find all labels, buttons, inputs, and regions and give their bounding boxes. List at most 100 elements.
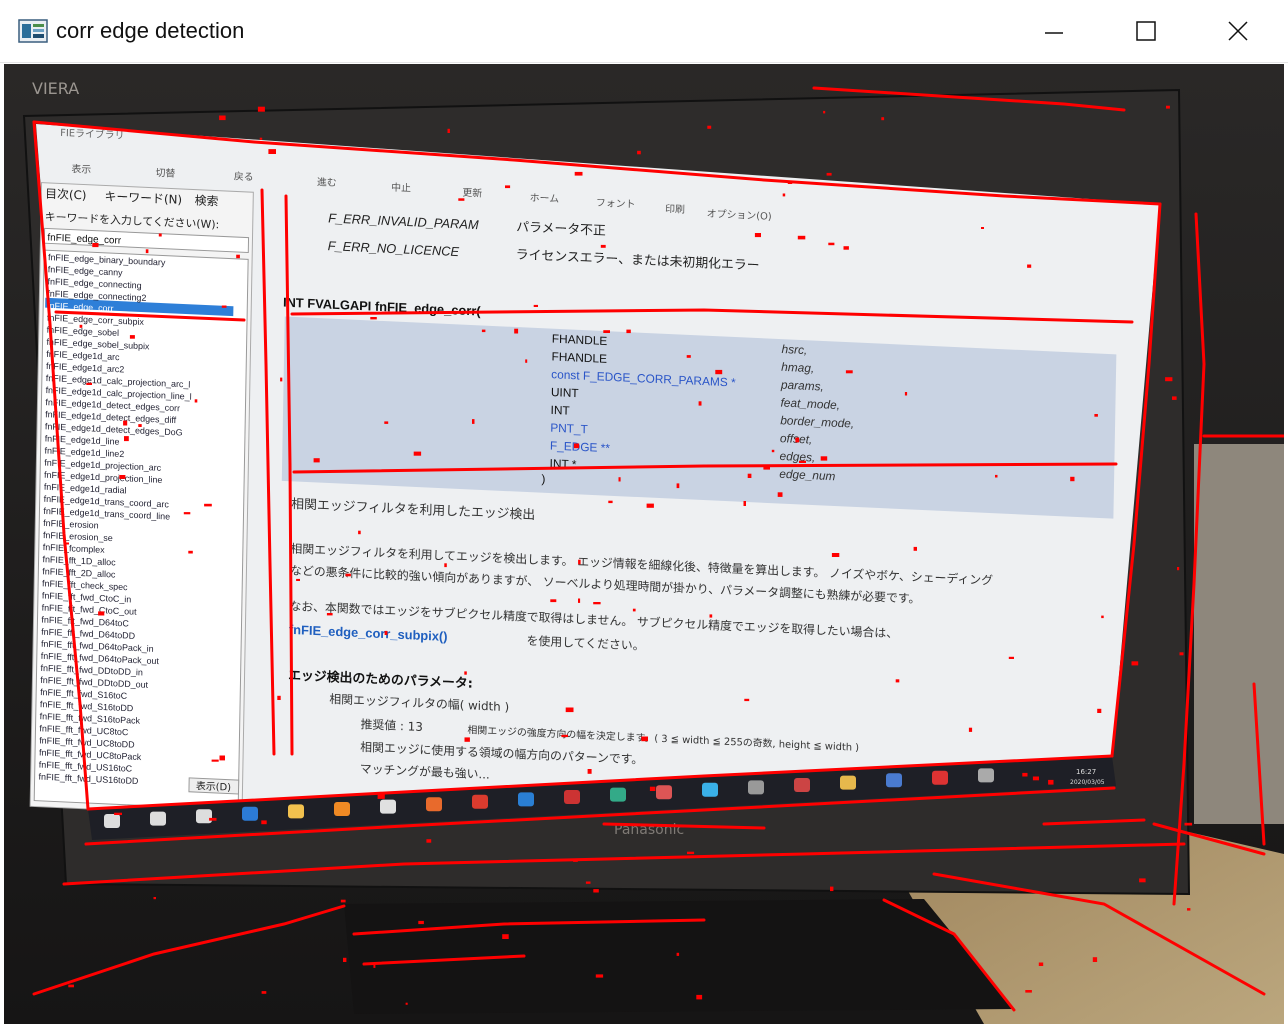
- edge-speck: [153, 897, 156, 900]
- edge-speck: [585, 881, 591, 884]
- close-button[interactable]: [1192, 0, 1284, 62]
- app-icon[interactable]: [564, 790, 580, 804]
- edge-speck: [626, 329, 631, 334]
- edge-browser-icon[interactable]: [242, 806, 258, 821]
- edge-speck: [831, 553, 840, 557]
- file-explorer-icon[interactable]: [288, 804, 304, 819]
- edge-speck: [676, 952, 680, 956]
- edge-speck: [618, 477, 621, 482]
- edge-speck: [771, 449, 775, 453]
- toolbar-show[interactable]: 表示: [71, 162, 91, 176]
- edge-speck: [124, 436, 129, 442]
- edge-speck: [502, 934, 509, 939]
- monitor-brand-top: VIERA: [32, 79, 79, 98]
- start-icon[interactable]: [104, 814, 120, 828]
- edge-speck: [1184, 822, 1193, 826]
- edge-speck: [593, 889, 599, 893]
- edge-speck: [608, 500, 613, 504]
- app-icon[interactable]: [656, 785, 672, 800]
- app-icon[interactable]: [978, 768, 994, 783]
- edge-speck: [715, 369, 723, 375]
- edge-speck: [1027, 264, 1032, 268]
- app-icon[interactable]: [840, 775, 856, 790]
- toolbar-forward[interactable]: 進む: [317, 176, 337, 189]
- edge-speck: [995, 474, 998, 478]
- tab-contents[interactable]: 目次(C): [45, 187, 87, 203]
- param-type: INT: [550, 403, 569, 418]
- edge-speck: [296, 578, 300, 581]
- app-icon[interactable]: [794, 778, 810, 792]
- param-type[interactable]: F_EDGE **: [550, 438, 611, 455]
- task-view-icon[interactable]: [196, 809, 212, 824]
- edge-speck: [345, 573, 351, 577]
- vscode-icon[interactable]: [518, 792, 534, 807]
- edge-speck: [1092, 957, 1098, 962]
- edge-speck: [845, 370, 853, 374]
- tab-search[interactable]: 検索: [195, 193, 219, 208]
- edge-speck: [1022, 772, 1028, 777]
- ie-icon[interactable]: [702, 782, 718, 797]
- edge-speck: [820, 456, 828, 461]
- toolbar-switch[interactable]: 切替: [155, 166, 175, 180]
- param-type: FHANDLE: [552, 332, 608, 349]
- edge-speck: [676, 483, 680, 489]
- edge-speck: [533, 304, 538, 307]
- edge-speck: [209, 817, 217, 821]
- edge-speck: [472, 419, 475, 424]
- app-icon[interactable]: [748, 780, 764, 795]
- toolbar-stop[interactable]: 中止: [391, 181, 411, 195]
- edge-speck: [236, 254, 240, 259]
- edge-speck: [183, 512, 191, 515]
- edge-speck: [782, 193, 786, 197]
- edge-speck: [68, 984, 74, 988]
- edge-speck: [373, 964, 376, 968]
- edge-speck: [747, 473, 752, 478]
- edge-speck: [259, 137, 263, 140]
- minimize-icon: [1045, 32, 1063, 34]
- edge-speck: [384, 630, 388, 635]
- minimize-button[interactable]: [1008, 0, 1100, 62]
- edge-speck: [145, 249, 149, 254]
- search-icon[interactable]: [150, 811, 166, 826]
- edge-speck: [795, 437, 800, 443]
- edge-speck: [268, 149, 276, 154]
- edge-speck: [405, 1002, 408, 1005]
- app-icon[interactable]: [932, 770, 948, 785]
- toolbar-back[interactable]: 戻る: [234, 169, 254, 183]
- app-icon[interactable]: [380, 799, 396, 814]
- param-type[interactable]: PNT_T: [550, 421, 588, 437]
- edge-speck: [79, 324, 83, 328]
- signature-close: ): [541, 472, 545, 486]
- app-icon[interactable]: [426, 797, 442, 812]
- edge-speck: [261, 820, 267, 825]
- param-name: hsrc,: [781, 342, 807, 357]
- edge-speck: [219, 755, 225, 761]
- toolbar-home[interactable]: ホーム: [530, 192, 560, 205]
- edge-speck: [1131, 661, 1139, 666]
- close-icon: [1228, 21, 1248, 41]
- edge-speck: [799, 460, 806, 463]
- edge-speck: [632, 608, 636, 612]
- toolbar-font[interactable]: フォント: [596, 198, 636, 211]
- edge-speck: [637, 150, 641, 155]
- app-icon[interactable]: [610, 787, 626, 802]
- magnifier-icon[interactable]: [334, 802, 350, 816]
- taskbar-clock-date: 2020/03/05: [1070, 779, 1105, 786]
- app-icon[interactable]: [886, 773, 902, 788]
- chrome-icon[interactable]: [472, 794, 488, 809]
- taskbar-clock-time: 16:27: [1076, 768, 1096, 776]
- toolbar-print[interactable]: 印刷: [665, 203, 685, 216]
- edge-speck: [641, 736, 648, 742]
- edge-speck: [843, 246, 849, 250]
- maximize-button[interactable]: [1100, 0, 1192, 62]
- edge-speck: [565, 707, 574, 713]
- edge-speck: [261, 991, 267, 994]
- edge-speck: [561, 734, 568, 738]
- maximize-icon: [1136, 21, 1156, 41]
- toolbar-refresh[interactable]: 更新: [462, 186, 482, 200]
- edge-speck: [129, 335, 135, 339]
- side-object: [1194, 444, 1284, 824]
- edge-speck: [1166, 105, 1170, 109]
- edge-speck: [881, 117, 885, 121]
- edge-speck: [326, 613, 333, 616]
